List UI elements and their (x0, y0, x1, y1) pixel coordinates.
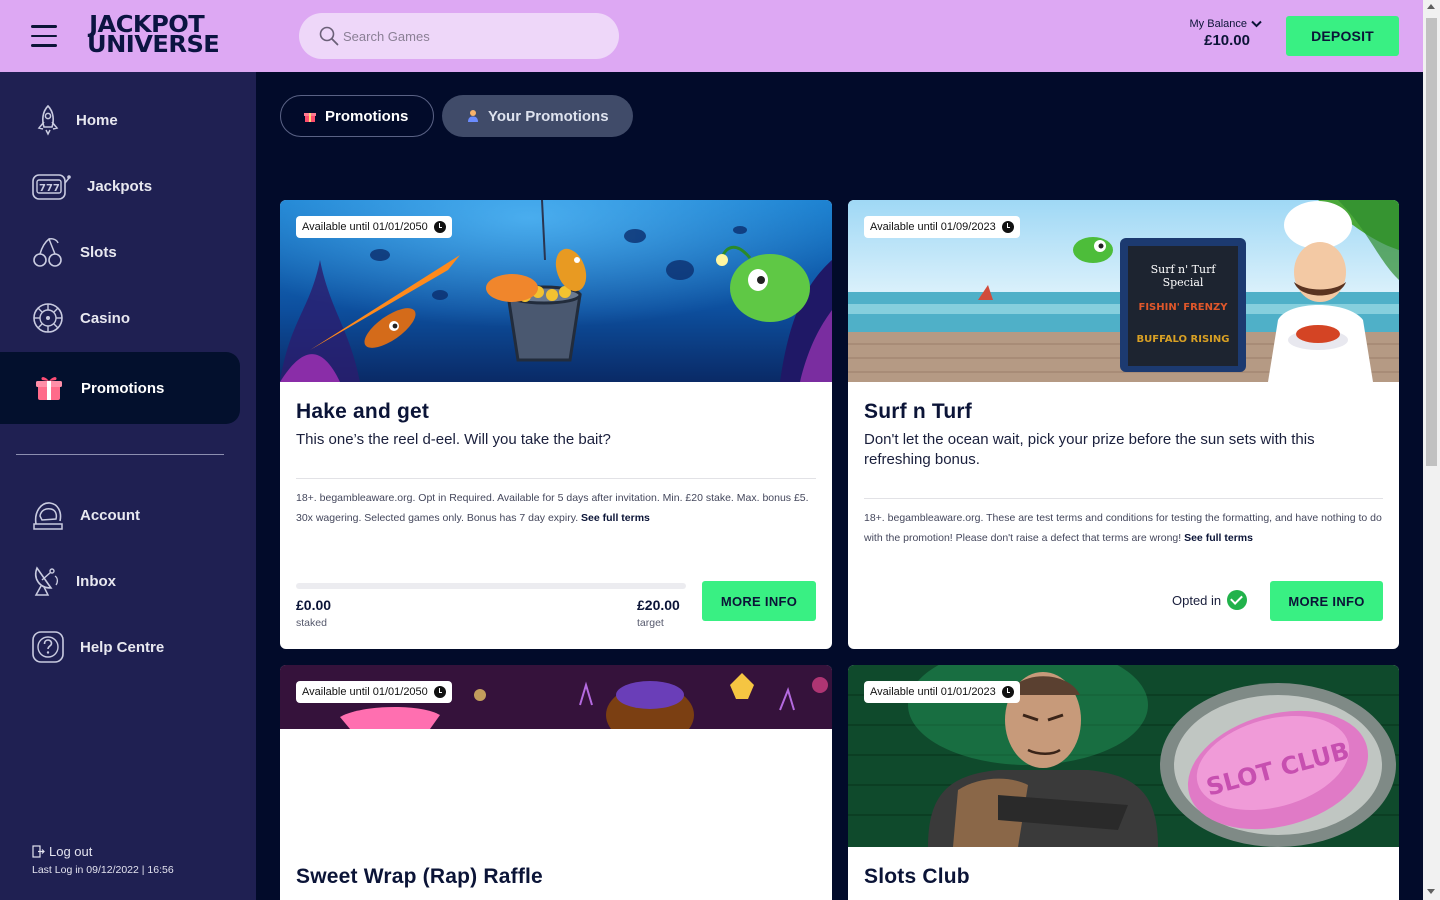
scrollbar-thumb[interactable] (1426, 18, 1437, 466)
card-divider (864, 498, 1383, 499)
board-text-4: BUFFALO RISING (1137, 334, 1230, 345)
sidebar-item-label: Inbox (76, 572, 116, 590)
promo-card-surf-n-turf: Surf n' Turf Special FISHIN' FRENZY BUFF… (848, 200, 1399, 649)
page-scrollbar[interactable] (1423, 0, 1440, 900)
promo-card-hake-and-get: Available until 01/01/2050 Hake and get … (280, 200, 832, 649)
board-text-2: Special (1163, 276, 1204, 289)
promo-title: Sweet Wrap (Rap) Raffle (296, 865, 543, 888)
balance-dropdown[interactable]: My Balance £10.00 (1190, 18, 1262, 49)
see-full-terms-link[interactable]: See full terms (1184, 532, 1253, 544)
opted-in-status: Opted in (1172, 590, 1248, 610)
logout-link[interactable]: Log out (32, 844, 92, 859)
tab-your-promotions[interactable]: Your Promotions (442, 95, 633, 137)
promo-title: Slots Club (864, 865, 970, 888)
balance-value: £10.00 (1204, 32, 1250, 49)
sidebar-item-label: Promotions (81, 379, 165, 397)
promo-card-sweet-wrap-raffle: Available until 01/01/2050 Sweet Wrap (R… (280, 665, 832, 900)
see-full-terms-link[interactable]: See full terms (581, 512, 650, 524)
staked-label: staked (296, 617, 327, 629)
user-icon (468, 110, 478, 122)
promo-image-beach-chef: Surf n' Turf Special FISHIN' FRENZY BUFF… (848, 200, 1399, 382)
top-header: JACKPOT UNIVERSE My Balance £10.00 DEPOS… (0, 0, 1423, 72)
search-icon (319, 26, 339, 46)
promo-description: This one’s the reel d-eel. Will you take… (296, 431, 611, 448)
sidebar-item-label: Casino (80, 309, 131, 327)
promo-image-sweets: Available until 01/01/2050 (280, 665, 832, 729)
sidebar-item-label: Help Centre (80, 638, 165, 656)
card-divider (296, 478, 816, 479)
svg-text:777: 777 (39, 183, 60, 194)
promo-image-slot-club: SLOT CLUB Available until 01/01/2023 (848, 665, 1399, 847)
scroll-down-arrow-icon[interactable] (1427, 889, 1435, 894)
board-text-1: Surf n' Turf (1151, 263, 1217, 276)
sidebar-item-label: Slots (80, 243, 117, 261)
promo-terms: 18+. begambleaware.org. These are test t… (864, 512, 1382, 544)
tab-promotions[interactable]: Promotions (280, 95, 434, 137)
sidebar-item-account[interactable]: Account (0, 479, 240, 551)
sidebar-item-casino[interactable]: Casino (0, 282, 240, 354)
sidebar-divider (16, 454, 224, 455)
clock-icon (433, 686, 446, 698)
target-value: £20.00 (637, 597, 680, 613)
menu-icon[interactable] (31, 25, 57, 47)
sidebar-item-label: Home (76, 111, 118, 129)
clock-icon (433, 221, 446, 233)
question-icon (32, 631, 64, 663)
logout-label: Log out (49, 844, 93, 859)
tab-label: Your Promotions (488, 107, 609, 125)
promo-title: Hake and get (296, 400, 430, 423)
sidebar-item-promotions[interactable]: Promotions (0, 352, 240, 424)
jackpot-universe-logo[interactable]: JACKPOT UNIVERSE (87, 14, 220, 57)
target-label: target (637, 617, 664, 629)
search-input[interactable] (343, 13, 603, 59)
availability-badge: Available until 01/09/2023 (864, 216, 1020, 238)
sidebar-item-inbox[interactable]: Inbox (0, 545, 240, 617)
promo-terms: 18+. begambleaware.org. Opt in Required.… (296, 492, 809, 524)
scroll-up-arrow-icon[interactable] (1427, 4, 1435, 9)
sidebar-item-slots[interactable]: Slots (0, 216, 240, 288)
balance-label: My Balance (1189, 18, 1247, 30)
slot-machine-icon: 777 (32, 174, 71, 200)
logout-icon (32, 845, 45, 858)
gift-icon (304, 113, 316, 122)
staked-value: £0.00 (296, 597, 332, 613)
promo-card-slots-club: SLOT CLUB Available until 01/01/2023 Slo… (848, 665, 1399, 900)
clock-icon (1001, 686, 1014, 698)
chevron-down-icon (1251, 20, 1262, 28)
availability-badge: Available until 01/01/2023 (864, 681, 1020, 703)
more-info-button[interactable]: MORE INFO (1270, 581, 1383, 621)
astronaut-helmet-icon (33, 502, 63, 530)
roulette-icon (33, 303, 63, 333)
board-text-3: FISHIN' FRENZY (1139, 302, 1229, 313)
promo-description: Don't let the ocean wait, pick your priz… (864, 431, 1315, 468)
satellite-dish-icon (34, 566, 59, 596)
cherries-icon (33, 237, 62, 267)
deposit-button[interactable]: DEPOSIT (1286, 16, 1399, 56)
clock-icon (1001, 221, 1014, 233)
sidebar-item-home[interactable]: Home (0, 84, 240, 156)
last-login-text: Last Log in 09/12/2022 | 16:56 (32, 864, 174, 876)
sidebar-item-help-centre[interactable]: Help Centre (0, 611, 240, 683)
sidebar-item-jackpots[interactable]: 777 Jackpots (0, 150, 240, 222)
promo-title: Surf n Turf (864, 400, 972, 423)
availability-badge: Available until 01/01/2050 (296, 216, 452, 238)
sidebar-item-label: Account (80, 506, 140, 524)
stake-progress-bar (296, 583, 686, 589)
search-box[interactable] (299, 13, 619, 59)
promo-image-underwater: Available until 01/01/2050 (280, 200, 832, 382)
availability-badge: Available until 01/01/2050 (296, 681, 452, 703)
sidebar: Home 777 Jackpots Slots Casino Promotion… (0, 72, 256, 900)
gift-icon (36, 377, 62, 400)
sidebar-item-label: Jackpots (87, 177, 153, 195)
rocket-icon (37, 104, 59, 136)
more-info-button[interactable]: MORE INFO (702, 581, 816, 621)
tab-label: Promotions (325, 107, 409, 125)
check-circle-icon (1227, 590, 1248, 610)
